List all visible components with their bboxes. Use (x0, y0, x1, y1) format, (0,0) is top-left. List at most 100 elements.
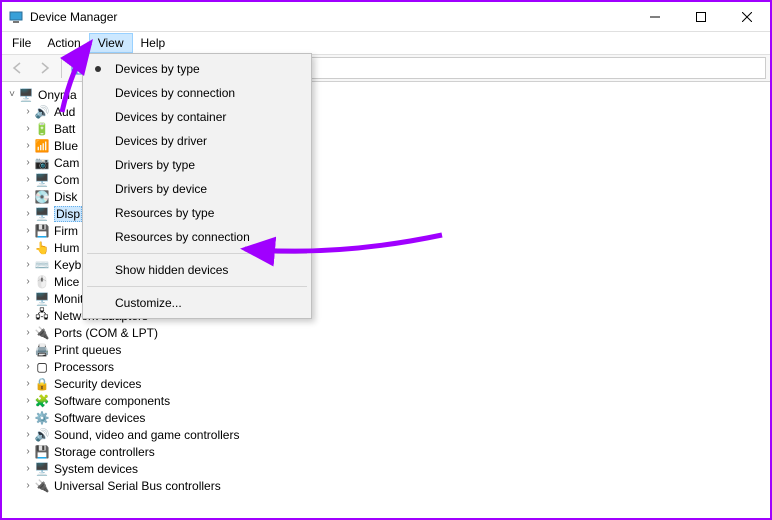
menu-bar: File Action View Help (2, 32, 770, 54)
category-icon: 👆 (34, 240, 50, 256)
menu-devices-by-container[interactable]: Devices by container (85, 105, 309, 129)
tree-item-label: Processors (54, 360, 114, 374)
view-menu-popup: Devices by type Devices by connection De… (82, 53, 312, 319)
menu-devices-by-connection[interactable]: Devices by connection (85, 81, 309, 105)
menu-item-label: Devices by driver (115, 134, 207, 148)
expand-icon[interactable]: › (22, 378, 34, 390)
expand-icon[interactable]: › (22, 344, 34, 356)
category-icon: 🔌 (34, 325, 50, 341)
tree-item-label: Hum (54, 241, 79, 255)
menu-help[interactable]: Help (133, 33, 174, 53)
expand-icon[interactable]: › (22, 140, 34, 152)
expand-icon[interactable]: › (22, 293, 34, 305)
expand-icon[interactable]: › (22, 310, 34, 322)
menu-resources-by-type[interactable]: Resources by type (85, 201, 309, 225)
category-icon: 🖱️ (34, 274, 50, 290)
category-icon: 🖥️ (34, 461, 50, 477)
tree-item-label: Disk (54, 190, 77, 204)
tree-item[interactable]: ›🔌Universal Serial Bus controllers (22, 477, 770, 494)
tree-item-label: Disp (54, 206, 82, 222)
expand-icon[interactable]: › (22, 174, 34, 186)
category-icon: 💾 (34, 223, 50, 239)
tree-root-label: Onyma (38, 88, 77, 102)
expand-icon[interactable]: › (22, 276, 34, 288)
category-icon: 🔊 (34, 427, 50, 443)
tree-item[interactable]: ›🧩Software components (22, 392, 770, 409)
category-icon: 🖥️ (34, 206, 50, 222)
category-icon: 🔊 (34, 104, 50, 120)
tree-item[interactable]: ›🔊 Sound, video and game controllers (22, 426, 770, 443)
tree-item-label: Security devices (54, 377, 141, 391)
menu-item-label: Show hidden devices (115, 263, 228, 277)
category-icon: 🔒 (34, 376, 50, 392)
window-controls (632, 2, 770, 32)
category-icon: 🖨️ (34, 342, 50, 358)
expand-icon[interactable]: › (22, 480, 34, 492)
menu-devices-by-driver[interactable]: Devices by driver (85, 129, 309, 153)
tree-item-label: System devices (54, 462, 138, 476)
back-button[interactable] (6, 56, 30, 80)
tree-item[interactable]: ›⚙️ Software devices (22, 409, 770, 426)
tree-item-label: Blue (54, 139, 78, 153)
menu-file[interactable]: File (4, 33, 39, 53)
tree-item[interactable]: ›🔌Ports (COM & LPT) (22, 324, 770, 341)
collapse-icon[interactable]: ˅ (6, 89, 18, 101)
expand-icon[interactable]: › (22, 446, 34, 458)
tree-item-label: Mice (54, 275, 79, 289)
expand-icon[interactable]: › (22, 463, 34, 475)
expand-icon[interactable]: › (22, 225, 34, 237)
menu-drivers-by-device[interactable]: Drivers by device (85, 177, 309, 201)
expand-icon[interactable]: › (22, 412, 34, 424)
category-icon: 📶 (34, 138, 50, 154)
expand-icon[interactable]: › (22, 395, 34, 407)
menu-resources-by-connection[interactable]: Resources by connection (85, 225, 309, 249)
menu-separator (87, 253, 307, 254)
menu-item-label: Resources by connection (115, 230, 250, 244)
menu-show-hidden-devices[interactable]: Show hidden devices (85, 258, 309, 282)
tree-item[interactable]: ›🖨️ Print queues (22, 341, 770, 358)
expand-icon[interactable]: › (22, 106, 34, 118)
app-icon (8, 9, 24, 25)
forward-button[interactable] (32, 56, 56, 80)
category-icon: 📷 (34, 155, 50, 171)
category-icon: 🖥️ (34, 172, 50, 188)
menu-customize[interactable]: Customize... (85, 291, 309, 315)
computer-icon: 🖥️ (18, 87, 34, 103)
expand-icon[interactable]: › (22, 429, 34, 441)
menu-view[interactable]: View (89, 33, 133, 53)
tree-item[interactable]: ›▢Processors (22, 358, 770, 375)
expand-icon[interactable]: › (22, 157, 34, 169)
category-icon: ⚙️ (34, 410, 50, 426)
category-icon: 🔋 (34, 121, 50, 137)
tree-item[interactable]: ›🔒 Security devices (22, 375, 770, 392)
expand-icon[interactable]: › (22, 361, 34, 373)
tree-item-label: Software devices (54, 411, 145, 425)
menu-item-label: Customize... (115, 296, 182, 310)
tree-item-label: Sound, video and game controllers (54, 428, 239, 442)
menu-devices-by-type[interactable]: Devices by type (85, 57, 309, 81)
tree-item-label: Com (54, 173, 79, 187)
category-icon: 💽 (34, 189, 50, 205)
expand-icon[interactable]: › (22, 327, 34, 339)
menu-item-label: Devices by container (115, 110, 226, 124)
tree-item[interactable]: ›💾Storage controllers (22, 443, 770, 460)
minimize-button[interactable] (632, 2, 678, 32)
tree-item-label: Cam (54, 156, 79, 170)
bullet-icon (95, 66, 101, 72)
tree-item-label: Print queues (54, 343, 121, 357)
tree-item[interactable]: ›🖥️ System devices (22, 460, 770, 477)
expand-icon[interactable]: › (22, 259, 34, 271)
expand-icon[interactable]: › (22, 208, 34, 220)
menu-item-label: Devices by type (115, 62, 200, 76)
close-button[interactable] (724, 2, 770, 32)
category-icon: 🔌 (34, 478, 50, 494)
menu-action[interactable]: Action (39, 33, 88, 53)
menu-item-label: Devices by connection (115, 86, 235, 100)
expand-icon[interactable]: › (22, 191, 34, 203)
tree-item-label: Storage controllers (54, 445, 155, 459)
expand-icon[interactable]: › (22, 123, 34, 135)
expand-icon[interactable]: › (22, 242, 34, 254)
tree-item-label: Keyb (54, 258, 81, 272)
maximize-button[interactable] (678, 2, 724, 32)
menu-drivers-by-type[interactable]: Drivers by type (85, 153, 309, 177)
